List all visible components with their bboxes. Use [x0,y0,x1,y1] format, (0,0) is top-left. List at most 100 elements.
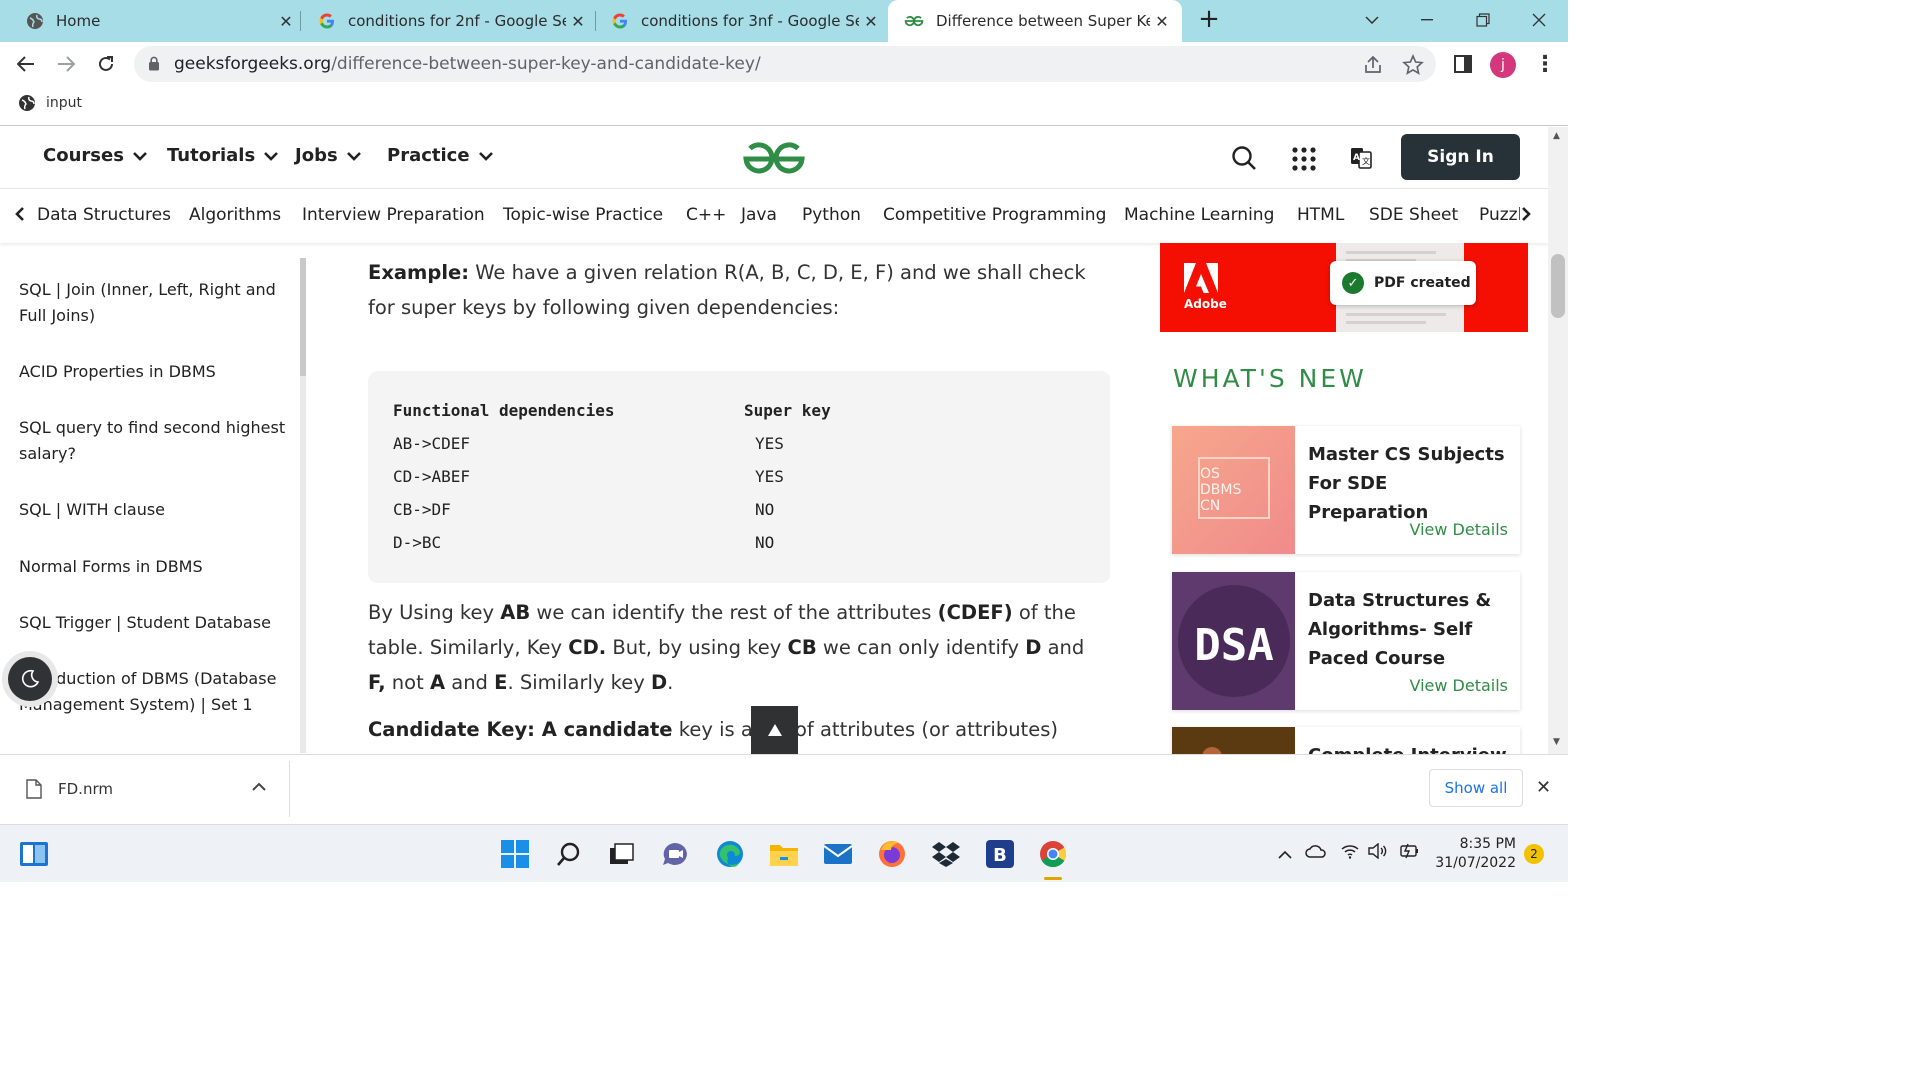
topic-link[interactable]: Algorithms [189,205,281,225]
notification-badge[interactable]: 2 [1524,844,1544,864]
topic-link[interactable]: Competitive Programming [883,205,1106,225]
topic-link[interactable]: C++ [686,205,726,225]
wifi-icon[interactable] [1341,843,1359,863]
chevron-right-icon[interactable] [1520,203,1532,227]
topic-nav: Data Structures Algorithms Interview Pre… [0,189,1548,243]
page-scroll-thumb[interactable] [1551,254,1565,318]
sidebar-item[interactable]: Introduction of DBMS (Database Managemen… [19,666,289,718]
bold-text: CD. [568,636,607,659]
widgets-icon[interactable] [19,839,49,869]
topic-link[interactable]: Puzzles [1479,205,1520,225]
forward-icon[interactable] [52,50,80,78]
course-card[interactable]: DSA Data Structures & Algorithms- Self P… [1172,572,1520,710]
menu-practice[interactable]: Practice [387,145,494,166]
dropbox-icon[interactable] [931,839,961,869]
url-path: /difference-between-super-key-and-candid… [331,54,761,74]
sidebar-item[interactable]: SQL query to find second highest salary? [19,415,289,467]
tab-google-3nf[interactable]: conditions for 3nf - Google Search ✕ [585,0,883,42]
address-bar[interactable]: geeksforgeeks.org/difference-between-sup… [134,46,1436,82]
candidate-key-paragraph: Candidate Key: A candidate key is a set … [368,712,1103,754]
minimize-icon[interactable] [1404,0,1450,40]
onedrive-icon[interactable] [1305,844,1327,862]
dark-mode-toggle[interactable] [8,657,52,701]
share-icon[interactable] [1362,54,1384,76]
search-icon[interactable] [554,839,584,869]
menu-jobs[interactable]: Jobs [295,145,362,166]
restore-icon[interactable] [1460,0,1506,40]
chevron-up-icon[interactable] [252,779,266,795]
bookmark-label: input [46,95,83,111]
sidebar-item[interactable]: ACID Properties in DBMS [19,359,289,385]
topic-link[interactable]: Java [741,205,777,225]
b-app-icon[interactable]: B [985,839,1015,869]
battery-icon[interactable] [1398,843,1420,863]
topic-link[interactable]: Topic-wise Practice [503,205,663,225]
system-clock[interactable]: 8:35 PM 31/07/2022 [1432,835,1516,873]
sidebar-item[interactable]: SQL | Join (Inner, Left, Right and Full … [19,277,289,329]
chevron-left-icon[interactable] [14,203,26,227]
tab-home[interactable]: Home ✕ [0,0,298,42]
download-item[interactable]: FD.nrm [26,779,113,799]
close-window-icon[interactable] [1516,0,1562,40]
topic-link[interactable]: Python [802,205,861,225]
file-explorer-icon[interactable] [769,839,799,869]
side-panel-icon[interactable] [1452,53,1474,75]
scroll-up-arrow[interactable]: ▲ [1553,131,1560,141]
tray-chevron-up-icon[interactable] [1278,845,1292,863]
topic-link[interactable]: Machine Learning [1124,205,1274,225]
adobe-ad[interactable]: Adobe ✓ PDF created [1160,243,1528,332]
volume-icon[interactable] [1368,842,1388,863]
sign-in-button[interactable]: Sign In [1401,134,1520,180]
view-details-link[interactable]: View Details [1409,520,1508,539]
url-host: geeksforgeeks.org [174,54,332,74]
mail-icon[interactable] [823,839,853,869]
text: . Similarly key [507,671,651,694]
left-sidebar: SQL | Join (Inner, Left, Right and Full … [0,243,307,754]
tab-active-gfg[interactable]: Difference between Super Key and Candida… [888,0,1182,42]
text: But, by using key [606,636,788,659]
scroll-to-top-button[interactable] [751,706,798,754]
sidebar-item[interactable]: SQL Trigger | Student Database [19,610,289,636]
tab-google-2nf[interactable]: conditions for 2nf - Google Search ✕ [292,0,590,42]
menu-kebab-icon[interactable]: ⋮ [1534,52,1556,77]
course-card[interactable]: Complete Interview [1172,727,1520,754]
lock-icon[interactable] [148,56,160,71]
sidebar-item[interactable]: SQL | WITH clause [19,497,289,523]
start-icon[interactable] [500,839,530,869]
teams-chat-icon[interactable] [660,839,690,869]
edge-icon[interactable] [715,839,745,869]
chevron-down-icon [264,151,279,161]
firefox-icon[interactable] [877,839,907,869]
search-icon[interactable] [1231,145,1257,171]
tab-search-icon[interactable] [1352,0,1392,40]
translate-icon[interactable]: A文 [1350,147,1372,169]
gfg-logo[interactable] [740,137,808,177]
sidebar-item[interactable]: Normal Forms in DBMS [19,554,289,580]
menu-tutorials[interactable]: Tutorials [167,145,279,166]
page-scrollbar[interactable]: ▲ ▼ [1548,127,1568,754]
dependency-table: Functional dependencies Super key AB->CD… [368,371,1110,583]
star-icon[interactable] [1402,54,1424,76]
sidebar-scroll-thumb[interactable] [300,258,306,376]
close-tab-icon[interactable]: ✕ [1150,12,1174,31]
topic-link[interactable]: Interview Preparation [302,205,485,225]
new-tab-button[interactable]: + [1196,4,1222,34]
bookmark-input[interactable]: input [18,94,82,112]
scroll-down-arrow[interactable]: ▼ [1553,737,1560,747]
close-shelf-icon[interactable]: ✕ [1536,777,1551,798]
apps-grid-icon[interactable] [1292,147,1316,171]
reload-icon[interactable] [92,50,120,78]
topic-link[interactable]: HTML [1297,205,1344,225]
task-view-icon[interactable] [606,839,636,869]
course-card[interactable]: OS DBMS CN Master CS Subjects For SDE Pr… [1172,426,1520,554]
chrome-icon[interactable] [1038,839,1068,869]
topic-link[interactable]: Data Structures [37,205,171,225]
view-details-link[interactable]: View Details [1409,676,1508,695]
menu-courses[interactable]: Courses [43,145,148,166]
close-tab-icon[interactable]: ✕ [859,12,883,31]
show-all-button[interactable]: Show all [1429,769,1523,807]
sidebar-scrollbar[interactable] [300,258,306,753]
profile-avatar[interactable]: j [1490,52,1516,78]
topic-link[interactable]: SDE Sheet [1369,205,1458,225]
back-icon[interactable] [12,50,40,78]
